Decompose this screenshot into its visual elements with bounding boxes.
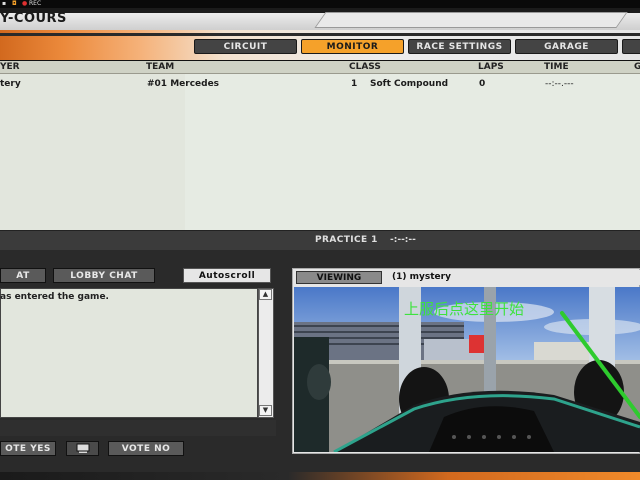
title-slant-field — [314, 12, 628, 28]
overlay-instruction: 上服后点这里开始 — [404, 300, 525, 318]
tab-overflow[interactable] — [622, 39, 640, 54]
header-band-line — [0, 33, 640, 36]
chat-log[interactable] — [0, 288, 258, 418]
chat-tab[interactable]: AT — [0, 268, 46, 283]
rec-label: REC — [29, 0, 42, 7]
scroll-down-icon[interactable]: ▼ — [259, 405, 272, 416]
row-driver: tery — [0, 79, 21, 89]
column-time: TIME — [544, 62, 569, 72]
row-laps: 0 — [479, 79, 486, 89]
lobby-chat-tab[interactable]: LOBBY CHAT — [53, 268, 155, 283]
monitor-icon — [76, 443, 89, 453]
tab-monitor[interactable]: MONITOR — [301, 39, 404, 54]
recorder-strip: ▪ ◘ ● REC — [0, 0, 640, 8]
window-title: Y-COURS — [0, 11, 67, 26]
row-team: #01 Mercedes — [147, 79, 220, 89]
column-class: CLASS — [349, 62, 381, 72]
bottom-strip — [0, 472, 640, 480]
viewing-button[interactable]: VIEWING — [296, 271, 382, 284]
tab-circuit[interactable]: CIRCUIT — [194, 39, 297, 54]
row-time: --:--.--- — [545, 79, 574, 89]
camera-icon: ◘ — [12, 0, 17, 7]
session-time: -:--:-- — [390, 235, 416, 245]
column-driver: YER — [0, 62, 20, 72]
monitor-button[interactable] — [66, 441, 99, 456]
row-class: Soft Compound — [370, 79, 449, 89]
chat-message: as entered the game. — [0, 292, 109, 302]
row-position: 1 — [351, 79, 358, 89]
table-body-right — [185, 74, 640, 230]
app-icon: ▪ — [2, 0, 7, 7]
chat-input-bar[interactable] — [0, 420, 276, 436]
tab-race-settings[interactable]: RACE SETTINGS — [408, 39, 511, 54]
tab-garage[interactable]: GARAGE — [515, 39, 618, 54]
viewing-driver-name: (1) mystery — [392, 272, 451, 282]
table-row[interactable] — [0, 77, 640, 91]
vote-no-button[interactable]: VOTE NO — [108, 441, 184, 456]
session-label: PRACTICE 1 — [315, 235, 378, 245]
column-laps: LAPS — [478, 62, 504, 72]
record-icon: ● — [22, 0, 28, 7]
scroll-up-icon[interactable]: ▲ — [259, 289, 272, 300]
column-team: TEAM — [146, 62, 175, 72]
autoscroll-button[interactable]: Autoscroll — [183, 268, 271, 283]
chat-scrollbar[interactable] — [258, 288, 274, 418]
column-gap: G — [634, 62, 640, 72]
vote-yes-button[interactable]: OTE YES — [0, 441, 56, 456]
